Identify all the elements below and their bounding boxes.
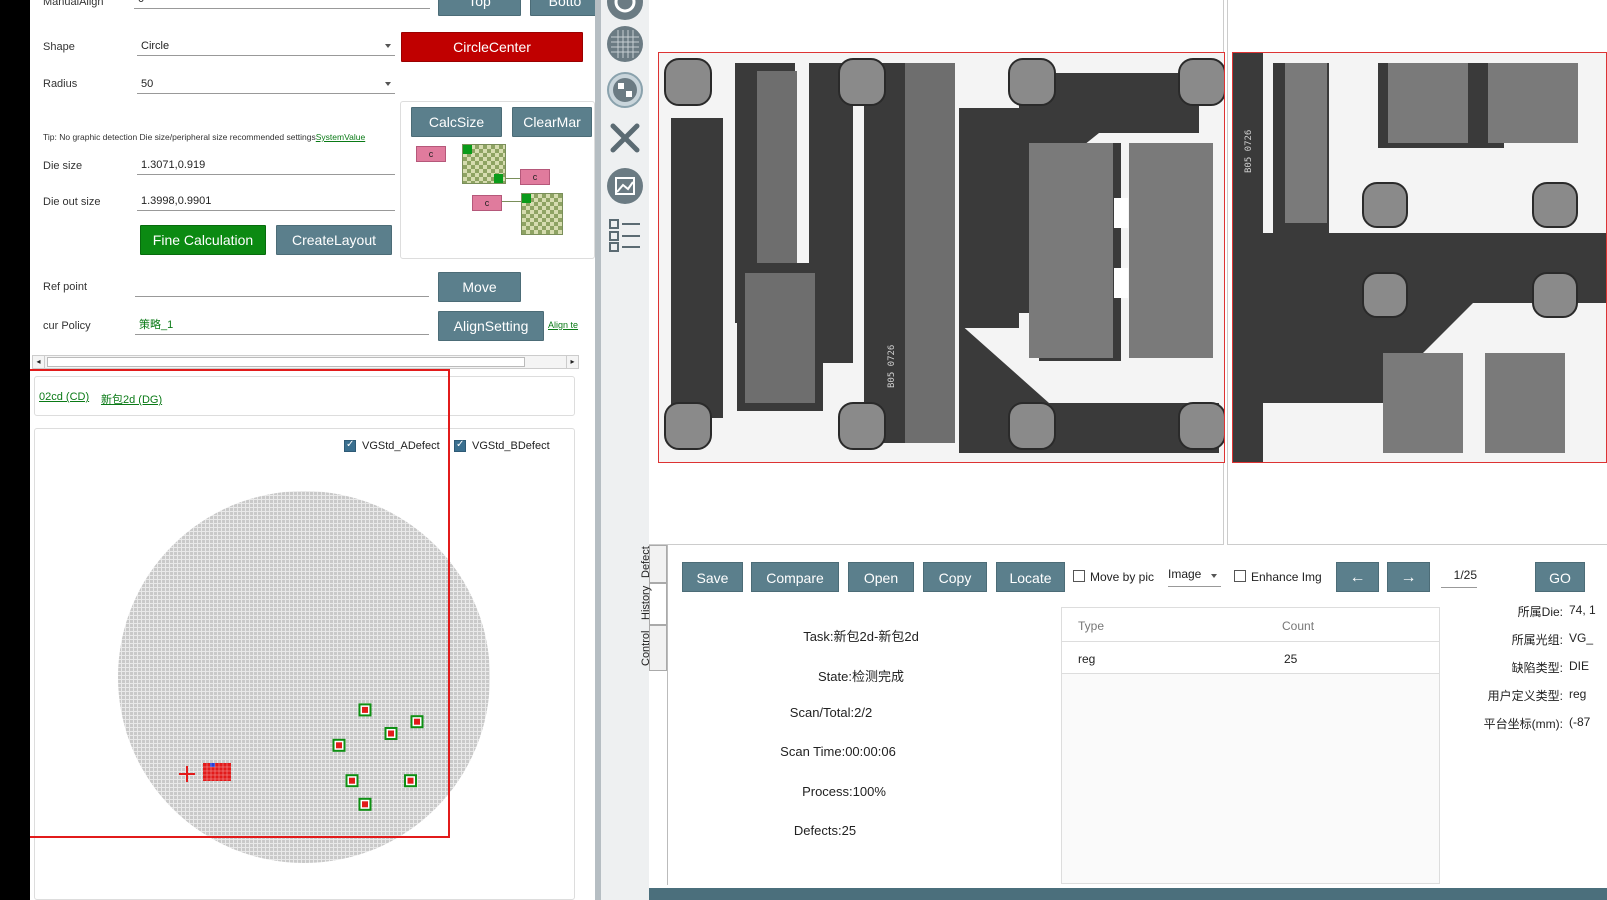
enhance-img-label: Enhance Img — [1251, 570, 1322, 584]
user-type-label: 用户定义类型: — [1487, 689, 1563, 703]
status-bar — [649, 888, 1607, 900]
image-view-icon[interactable] — [607, 168, 643, 204]
locate-button[interactable]: Locate — [996, 562, 1065, 592]
refresh-icon[interactable] — [607, 0, 643, 20]
defect-type-label: 缺陷类型: — [1511, 661, 1563, 675]
header-count: Count — [1282, 619, 1315, 633]
image-select[interactable]: Image — [1168, 567, 1221, 587]
save-button[interactable]: Save — [682, 562, 743, 592]
defect-panel: Defect History Control Save Compare Open… — [640, 545, 1607, 900]
table-header: Type Count — [1062, 608, 1439, 642]
row-type: reg — [1078, 652, 1096, 666]
row-count: 25 — [1284, 652, 1298, 666]
measure-tools-icon[interactable] — [607, 120, 643, 156]
enhance-img-checkbox[interactable] — [1234, 570, 1246, 582]
left-settings-panel: ManualAlign 0 Top Botto Shape Circle Cir… — [30, 0, 595, 900]
state-text: State:检测完成 — [818, 669, 904, 684]
chevron-down-icon — [1211, 574, 1217, 578]
die-image-left[interactable]: B05 0726 — [658, 52, 1225, 463]
light-group-label: 所属光组: — [1511, 633, 1563, 647]
defects-count-text: Defects:25 — [793, 823, 857, 838]
move-by-pic-label: Move by pic — [1090, 570, 1155, 584]
move-by-pic-checkbox[interactable] — [1073, 570, 1085, 582]
die-label: 所属Die: — [1517, 605, 1563, 619]
wafer-grid-icon[interactable] — [607, 26, 643, 62]
light-group-value: VG_ — [1569, 631, 1594, 645]
next-button[interactable]: → — [1387, 562, 1430, 592]
header-type: Type — [1078, 619, 1105, 633]
selection-rectangle[interactable] — [30, 369, 450, 838]
process-text: Process:100% — [802, 784, 886, 799]
defect-type-value: DIE — [1569, 659, 1590, 673]
scan-total-text: Scan/Total:2/2 — [789, 705, 873, 720]
die-mark-text: B05 0726 — [1244, 130, 1254, 173]
tab-control[interactable]: Control — [640, 625, 667, 671]
table-row[interactable]: reg 25 — [1062, 642, 1439, 674]
tab-defect[interactable]: Defect — [640, 545, 667, 583]
go-button[interactable]: GO — [1535, 562, 1585, 592]
stage-coord-label: 平台坐标(mm): — [1483, 717, 1563, 731]
window-edge — [0, 0, 30, 900]
prev-button[interactable]: ← — [1336, 562, 1379, 592]
user-type-value: reg — [1569, 687, 1587, 701]
stage-coord-value: (-87 — [1569, 715, 1591, 729]
page-field[interactable]: 1/25 — [1441, 568, 1477, 588]
defect-type-table: Type Count reg 25 — [1061, 607, 1440, 884]
task-text: Task:新包2d-新包2d — [803, 629, 919, 644]
copy-button[interactable]: Copy — [923, 562, 987, 592]
tab-border — [667, 545, 668, 885]
die-value: 74, 1 — [1569, 603, 1596, 617]
die-mark-text: B05 0726 — [887, 345, 897, 388]
scan-time-text: Scan Time:00:00:06 — [780, 744, 896, 759]
die-image-right[interactable]: B05 0726 — [1232, 52, 1607, 463]
image-viewer: B05 0726 B05 0726 — [649, 0, 1607, 545]
die-layout-icon[interactable] — [607, 72, 643, 108]
open-button[interactable]: Open — [848, 562, 914, 592]
tab-history[interactable]: History — [640, 583, 667, 625]
checklist-icon[interactable] — [607, 216, 643, 252]
tool-column — [601, 0, 649, 900]
compare-button[interactable]: Compare — [751, 562, 839, 592]
